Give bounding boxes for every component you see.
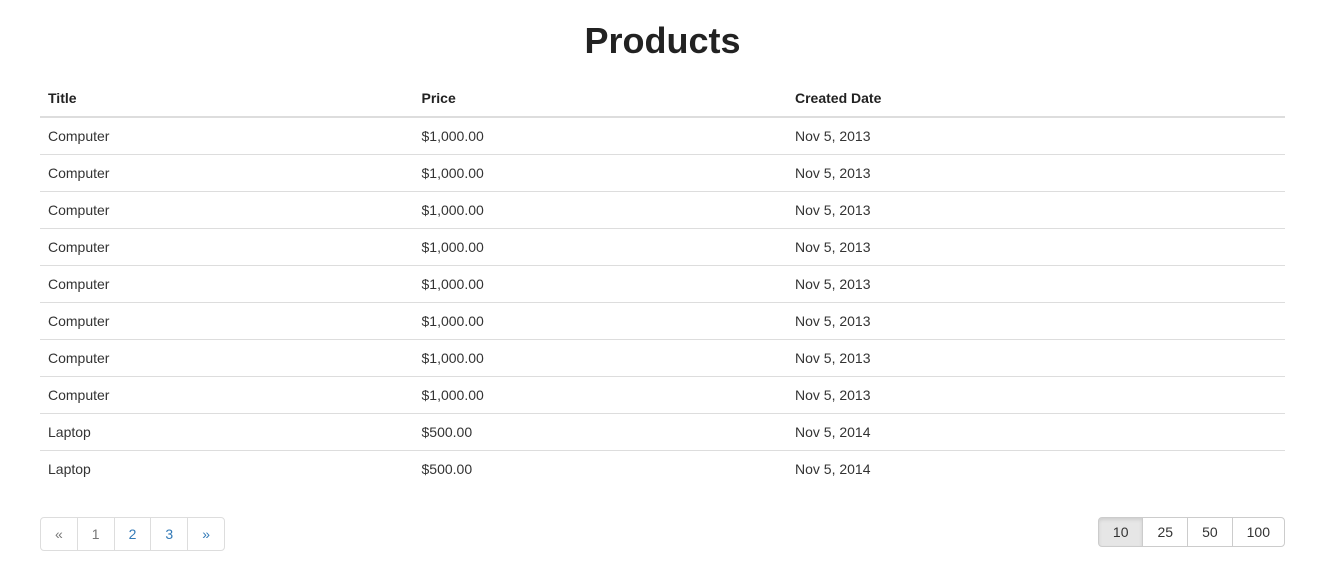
- cell-created: Nov 5, 2014: [787, 451, 1285, 488]
- cell-title: Computer: [40, 155, 414, 192]
- cell-created: Nov 5, 2013: [787, 155, 1285, 192]
- pagination-page-label: 2: [115, 518, 151, 550]
- page-title: Products: [40, 20, 1285, 62]
- table-row: Computer$1,000.00Nov 5, 2013: [40, 155, 1285, 192]
- cell-price: $500.00: [414, 451, 788, 488]
- cell-created: Nov 5, 2013: [787, 377, 1285, 414]
- page-size-option-label: 100: [1233, 518, 1284, 546]
- pagination-next[interactable]: »: [187, 517, 225, 551]
- table-row: Laptop$500.00Nov 5, 2014: [40, 414, 1285, 451]
- table-row: Computer$1,000.00Nov 5, 2013: [40, 340, 1285, 377]
- cell-price: $1,000.00: [414, 192, 788, 229]
- table-row: Laptop$500.00Nov 5, 2014: [40, 451, 1285, 488]
- cell-created: Nov 5, 2013: [787, 340, 1285, 377]
- cell-price: $500.00: [414, 414, 788, 451]
- cell-title: Computer: [40, 340, 414, 377]
- table-header-row: Title Price Created Date: [40, 82, 1285, 117]
- page-size-option-25[interactable]: 25: [1142, 517, 1188, 547]
- chevron-right-icon: »: [188, 518, 224, 550]
- cell-title: Computer: [40, 229, 414, 266]
- table-row: Computer$1,000.00Nov 5, 2013: [40, 117, 1285, 155]
- cell-title: Laptop: [40, 414, 414, 451]
- page-size-option-label: 10: [1099, 518, 1143, 546]
- cell-created: Nov 5, 2013: [787, 117, 1285, 155]
- cell-created: Nov 5, 2014: [787, 414, 1285, 451]
- cell-title: Computer: [40, 117, 414, 155]
- pagination-page-1[interactable]: 1: [77, 517, 115, 551]
- table-row: Computer$1,000.00Nov 5, 2013: [40, 192, 1285, 229]
- chevron-left-icon: «: [41, 518, 77, 550]
- products-table: Title Price Created Date Computer$1,000.…: [40, 82, 1285, 487]
- cell-title: Computer: [40, 192, 414, 229]
- table-row: Computer$1,000.00Nov 5, 2013: [40, 303, 1285, 340]
- page-size-option-label: 50: [1188, 518, 1232, 546]
- column-header-price[interactable]: Price: [414, 82, 788, 117]
- page-size-option-100[interactable]: 100: [1232, 517, 1285, 547]
- cell-price: $1,000.00: [414, 266, 788, 303]
- pagination-page-2[interactable]: 2: [114, 517, 152, 551]
- cell-title: Computer: [40, 266, 414, 303]
- cell-title: Computer: [40, 303, 414, 340]
- cell-created: Nov 5, 2013: [787, 229, 1285, 266]
- cell-price: $1,000.00: [414, 229, 788, 266]
- cell-price: $1,000.00: [414, 340, 788, 377]
- column-header-created[interactable]: Created Date: [787, 82, 1285, 117]
- cell-price: $1,000.00: [414, 117, 788, 155]
- page-size-option-10[interactable]: 10: [1098, 517, 1144, 547]
- column-header-title[interactable]: Title: [40, 82, 414, 117]
- page-size-option-label: 25: [1143, 518, 1187, 546]
- cell-title: Laptop: [40, 451, 414, 488]
- page-size-option-50[interactable]: 50: [1187, 517, 1233, 547]
- pagination-page-label: 3: [151, 518, 187, 550]
- pagination-prev[interactable]: «: [40, 517, 78, 551]
- cell-price: $1,000.00: [414, 303, 788, 340]
- page-size-selector: 102550100: [1098, 517, 1285, 547]
- cell-created: Nov 5, 2013: [787, 192, 1285, 229]
- pagination-page-label: 1: [78, 518, 114, 550]
- pagination: « 123»: [40, 517, 225, 551]
- cell-title: Computer: [40, 377, 414, 414]
- cell-created: Nov 5, 2013: [787, 266, 1285, 303]
- table-row: Computer$1,000.00Nov 5, 2013: [40, 266, 1285, 303]
- cell-price: $1,000.00: [414, 155, 788, 192]
- pagination-page-3[interactable]: 3: [150, 517, 188, 551]
- table-row: Computer$1,000.00Nov 5, 2013: [40, 377, 1285, 414]
- cell-price: $1,000.00: [414, 377, 788, 414]
- cell-created: Nov 5, 2013: [787, 303, 1285, 340]
- table-row: Computer$1,000.00Nov 5, 2013: [40, 229, 1285, 266]
